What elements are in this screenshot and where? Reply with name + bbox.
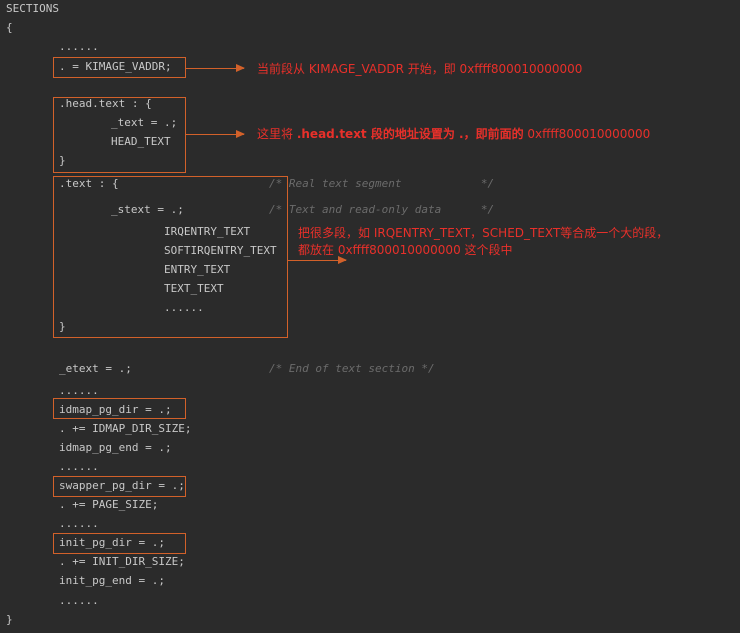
close-brace: } [59,154,66,167]
text-text-line: TEXT_TEXT [164,282,224,295]
sections-keyword: SECTIONS [6,2,59,15]
init-pg-dir-line: init_pg_dir = .; [59,536,165,549]
ellipsis-line: ...... [59,594,99,607]
init-pg-end-line: init_pg_end = .; [59,574,165,587]
init-dir-size-line: . += INIT_DIR_SIZE; [59,555,185,568]
text-assign-line: _text = .; [111,116,178,129]
annotation-text-line1: 把很多段，如 IRQENTRY_TEXT，SCHED_TEXT等合成一个大的段， [298,226,669,240]
head-text-macro-line: HEAD_TEXT [111,135,171,148]
annotation-head-text-prefix: 这里将 [257,127,297,141]
irqentry-line: IRQENTRY_TEXT [164,225,251,238]
annotation-text-line2: 都放在 0xffff800010000000 这个段中 [298,243,513,257]
kimage-vaddr-line: . = KIMAGE_VADDR; [59,60,172,73]
idmap-pg-end-line: idmap_pg_end = .; [59,441,172,454]
annotation-head-text-bold: .head.text 段的地址设置为 .，即前面的 [296,127,524,141]
ellipsis-line: ...... [164,301,204,314]
idmap-dir-size-line: . += IDMAP_DIR_SIZE; [59,422,192,435]
text-section-line: .text : { [59,177,119,190]
real-text-comment: /* Real text segment */ [269,177,495,190]
close-brace-final: } [6,613,13,626]
ellipsis-line: ...... [59,517,99,530]
arrow-icon [288,256,347,264]
entry-text-line: ENTRY_TEXT [164,263,231,276]
text-ro-comment: /* Text and read-only data */ [269,203,495,216]
softirqentry-line: SOFTIRQENTRY_TEXT [164,244,277,257]
idmap-pg-dir-line: idmap_pg_dir = .; [59,403,172,416]
annotation-kimage: 当前段从 KIMAGE_VADDR 开始，即 0xffff80001000000… [257,62,583,76]
swapper-pg-dir-line: swapper_pg_dir = .; [59,479,185,492]
close-brace: } [59,320,66,333]
open-brace: { [6,21,13,34]
ellipsis-line: ...... [59,460,99,473]
annotation-head-text: 这里将 .head.text 段的地址设置为 .，即前面的 0xffff8000… [257,126,650,143]
end-text-comment: /* End of text section */ [269,362,435,375]
stext-line: _stext = .; [111,203,184,216]
page-size-line: . += PAGE_SIZE; [59,498,159,511]
arrow-icon [186,130,245,138]
ellipsis-line: ...... [59,40,99,53]
etext-line: _etext = .; [59,362,132,375]
head-text-line: .head.text : { [59,97,152,110]
ellipsis-line: ...... [59,384,99,397]
annotation-head-text-suffix: 0xffff800010000000 [523,127,651,141]
arrow-icon [186,64,245,72]
